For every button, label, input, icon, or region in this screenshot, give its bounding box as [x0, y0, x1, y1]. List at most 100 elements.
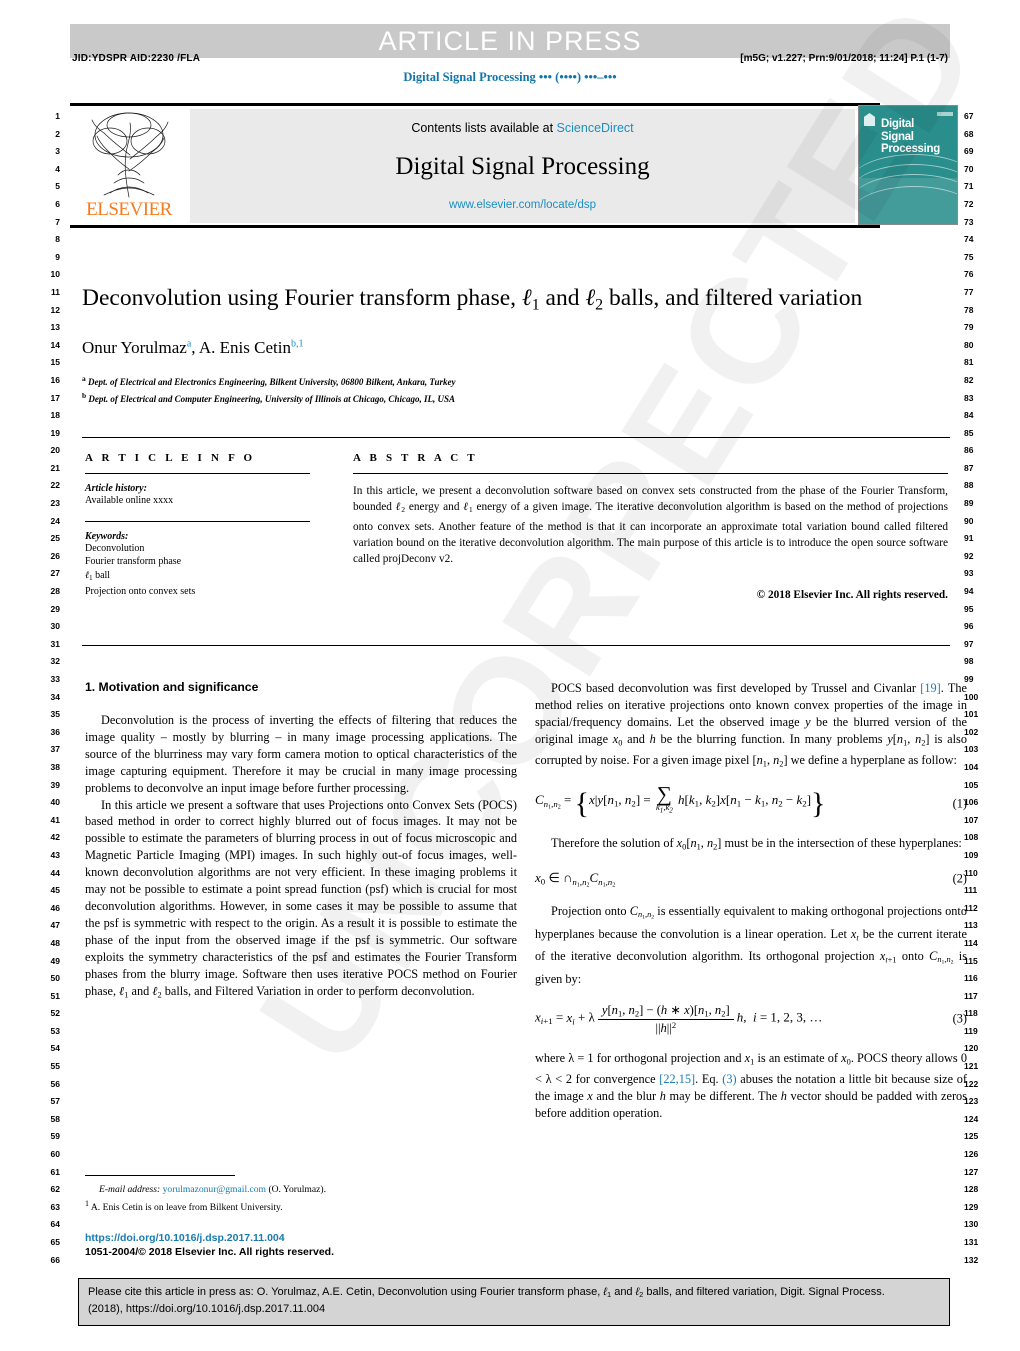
line-number: 9: [55, 251, 60, 262]
line-number: 43: [50, 849, 60, 860]
masthead-rule-bottom: [70, 225, 880, 228]
line-number: 33: [50, 674, 60, 684]
line-number: 90: [964, 515, 974, 526]
line-number: 29: [50, 603, 60, 614]
doi-link[interactable]: https://doi.org/10.1016/j.dsp.2017.11.00…: [85, 1232, 517, 1244]
line-number: 26: [50, 550, 60, 561]
line-number: 104: [964, 761, 979, 772]
email-label: E-mail address:: [99, 1184, 161, 1195]
line-number: 99: [964, 674, 974, 684]
equation-3-expression: xi+1 = xi + λ y[n1, n2] − (h ∗ x)[n1, n2]…: [535, 1003, 823, 1035]
citation-link[interactable]: [22,15]: [659, 1072, 695, 1086]
line-number: 107: [964, 814, 979, 825]
footnote-1-text: A. Enis Cetin is on leave from Bilkent U…: [90, 1201, 283, 1213]
cover-journal-title: Digital Signal Processing: [881, 118, 940, 155]
abstract-copyright: © 2018 Elsevier Inc. All rights reserved…: [756, 589, 948, 602]
line-number: 18: [50, 410, 60, 421]
line-number: 85: [964, 427, 974, 438]
article-info-heading: A R T I C L E I N F O: [85, 452, 256, 464]
line-number: 14: [50, 339, 60, 350]
line-number: 132: [964, 1254, 979, 1265]
line-number: 1: [55, 111, 60, 121]
abstract-rule: [353, 473, 948, 475]
journal-url-link[interactable]: www.elsevier.com/locate/dsp: [190, 199, 855, 211]
line-number: 46: [50, 902, 60, 913]
issn-barcode-mark: [937, 112, 953, 116]
line-number: 96: [964, 621, 974, 632]
line-number: 82: [964, 374, 974, 385]
line-number: 98: [964, 656, 974, 667]
line-number: 117: [964, 990, 978, 1001]
line-number: 47: [50, 920, 60, 931]
line-number: 56: [50, 1078, 60, 1089]
line-number: 12: [50, 304, 60, 315]
line-number: 123: [964, 1096, 979, 1107]
journal-page: ARTICLE IN PRESS JID:YDSPR AID:2230 /FLA…: [0, 0, 1020, 1351]
line-number: 103: [964, 744, 979, 755]
line-number: 111: [964, 885, 978, 896]
line-number: 116: [964, 973, 978, 984]
line-number: 63: [50, 1201, 60, 1212]
paragraph: where λ = 1 for orthogonal projection an…: [535, 1050, 968, 1120]
line-number: 17: [50, 392, 60, 403]
equation-3-number: (3): [952, 1011, 967, 1026]
line-number: 88: [964, 480, 974, 491]
line-number: 37: [50, 744, 60, 755]
line-number: 23: [50, 498, 60, 509]
affiliation-list: a Dept. of Electrical and Electronics En…: [82, 372, 882, 406]
line-numbers-left: 1 2 3 4 5 6 7 8 9 10 11 12 13 14 15 16 17 18 19 20 21 22 23 24 2…: [36, 108, 60, 1269]
line-number: 50: [50, 973, 60, 984]
keyword-item: Projection onto convex sets: [85, 586, 196, 598]
line-number: 2: [55, 128, 60, 139]
line-number: 84: [964, 410, 974, 421]
line-number: 87: [964, 462, 974, 473]
line-number: 3: [55, 146, 60, 157]
line-number: 102: [964, 726, 979, 737]
line-number: 119: [964, 1025, 978, 1036]
email-owner: (O. Yorulmaz).: [268, 1184, 326, 1195]
journal-masthead: ELSEVIER Contents lists available at Sci…: [70, 103, 958, 228]
line-number: 128: [964, 1184, 979, 1195]
email-link[interactable]: yorulmazonur@gmail.com: [163, 1184, 266, 1195]
line-number: 108: [964, 832, 979, 843]
info-rule-2: [85, 520, 310, 522]
line-number: 100: [964, 691, 979, 702]
footnote-1: 1 A. Enis Cetin is on leave from Bilkent…: [85, 1197, 517, 1215]
section-heading-1: 1. Motivation and significance: [85, 680, 259, 694]
line-numbers-right: 67 68 69 70 71 72 73 74 75 76 77 78 79 80 81 82 83 84 85 86…: [964, 108, 988, 1269]
elsevier-logo: ELSEVIER: [74, 109, 184, 223]
line-number: 5: [55, 181, 60, 192]
line-number: 61: [50, 1166, 60, 1177]
line-number: 121: [964, 1061, 979, 1072]
line-number: 106: [964, 797, 979, 808]
line-number: 39: [50, 779, 60, 790]
divider-below-abstract: [82, 645, 950, 647]
line-number: 20: [50, 445, 60, 456]
line-number: 52: [50, 1008, 60, 1019]
contents-lists-prefix: Contents lists available at: [411, 121, 557, 135]
keyword-item: ℓ1 ball: [85, 569, 111, 582]
masthead-rule-top: [70, 103, 880, 106]
line-number: 41: [50, 814, 60, 825]
article-history-value: Available online xxxx: [85, 495, 174, 507]
line-number: 115: [964, 955, 978, 966]
line-number: 34: [50, 691, 60, 702]
line-number: 81: [964, 357, 974, 368]
line-number: 109: [964, 849, 979, 860]
equation-cross-reference[interactable]: (3): [722, 1072, 736, 1086]
line-number: 101: [964, 709, 979, 720]
affiliation-b: b Dept. of Electrical and Computer Engin…: [82, 391, 455, 405]
line-number: 76: [964, 269, 974, 280]
line-number: 36: [50, 726, 60, 737]
affiliation-a-text: Dept. of Electrical and Electronics Engi…: [88, 377, 456, 388]
line-number: 31: [50, 638, 60, 649]
line-number: 78: [964, 304, 974, 315]
line-number: 16: [50, 374, 60, 385]
sciencedirect-link[interactable]: ScienceDirect: [557, 121, 634, 135]
keywords-label: Keywords:: [85, 530, 129, 542]
line-number: 67: [964, 111, 974, 121]
line-number: 94: [964, 586, 974, 597]
proof-stamp-label: [m5G; v1.227; Prn:9/01/2018; 11:24] P.1 …: [740, 53, 948, 64]
citation-link[interactable]: [19]: [920, 681, 941, 695]
line-number: 59: [50, 1131, 60, 1142]
